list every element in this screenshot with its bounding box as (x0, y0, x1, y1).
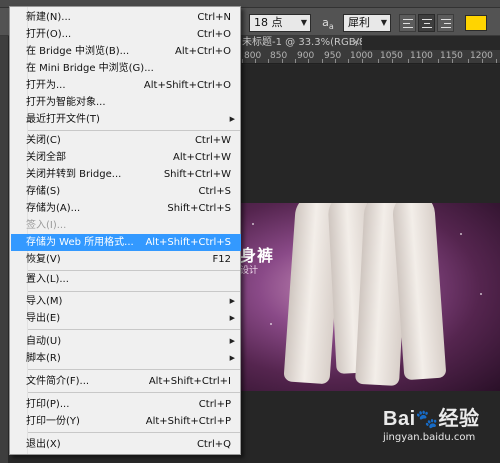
ruler-tick-label: 950 (324, 51, 342, 61)
menu-item-browse-bridge[interactable]: 在 Bridge 中浏览(B)... Alt+Ctrl+O (11, 43, 241, 60)
align-right-icon (441, 19, 451, 20)
menu-separator (28, 130, 240, 131)
antialias-select[interactable]: 犀利 ▼ (343, 14, 391, 32)
submenu-arrow-icon: ▶ (229, 354, 235, 362)
menu-item-file-info[interactable]: 文件简介(F)... Alt+Shift+Ctrl+I (11, 373, 241, 390)
close-icon[interactable]: × (352, 37, 360, 48)
menu-item-exit[interactable]: 退出(X) Ctrl+Q (11, 436, 241, 453)
file-menu: 新建(N)... Ctrl+N 打开(O)... Ctrl+O 在 Bridge 中… (9, 6, 241, 455)
menu-item-save-as[interactable]: 存储为(A)... Shift+Ctrl+S (11, 200, 241, 217)
watermark-url: jingyan.baidu.com (383, 432, 476, 443)
ruler-tick-label: 900 (297, 51, 315, 61)
ruler-tick-label: 850 (270, 51, 288, 61)
menu-item-close-all[interactable]: 关闭全部 Alt+Ctrl+W (11, 149, 241, 166)
align-left-button[interactable] (399, 14, 416, 32)
menu-separator (28, 369, 240, 370)
menu-item-close[interactable]: 关闭(C) Ctrl+W (11, 132, 241, 149)
baidu-logo: Bai🐾经验 (383, 408, 480, 430)
menu-item-open-smart-object[interactable]: 打开为智能对象... (11, 94, 241, 111)
submenu-arrow-icon: ▶ (229, 115, 235, 123)
tools-panel (0, 8, 8, 463)
menu-item-print[interactable]: 打印(P)... Ctrl+P (11, 396, 241, 413)
menu-item-open-as[interactable]: 打开为... Alt+Shift+Ctrl+O (11, 77, 241, 94)
paw-icon: 🐾 (415, 409, 439, 429)
menu-separator (28, 329, 240, 330)
document-tab-title: 未标题-1 @ 33.3%(RGB/8) (242, 37, 362, 48)
document-tab[interactable]: 未标题-1 @ 33.3%(RGB/8) (240, 36, 362, 50)
antialias-icon: aa (322, 16, 334, 32)
menu-item-save[interactable]: 存储(S) Ctrl+S (11, 183, 241, 200)
banner-subtitle: 设计 (240, 266, 259, 276)
chevron-down-icon: ▼ (300, 18, 307, 27)
font-size-value: 18 点 (254, 16, 283, 29)
submenu-arrow-icon: ▶ (229, 337, 235, 345)
ruler-tick-label: 800 (244, 51, 262, 61)
align-left-icon (403, 19, 413, 20)
menu-item-automate[interactable]: 自动(U) ▶ (11, 333, 241, 350)
menu-item-place[interactable]: 置入(L)... (11, 271, 241, 288)
menu-item-revert[interactable]: 恢复(V) F12 (11, 251, 241, 268)
menu-item-close-go-bridge[interactable]: 关闭并转到 Bridge... Shift+Ctrl+W (11, 166, 241, 183)
chevron-down-icon: ▼ (380, 18, 387, 27)
menu-item-check-in: 签入(I)... (26, 220, 67, 231)
align-right-button[interactable] (437, 14, 454, 32)
banner-image: 身裤 设计 (240, 203, 500, 391)
menu-item-new[interactable]: 新建(N)... Ctrl+N (11, 9, 241, 26)
menu-item-print-one[interactable]: 打印一份(Y) Alt+Shift+Ctrl+P (11, 413, 241, 430)
font-size-select[interactable]: 18 点 ▼ (249, 14, 311, 32)
menu-item-open[interactable]: 打开(O)... Ctrl+O (11, 26, 241, 43)
menu-item-scripts[interactable]: 脚本(R) ▶ (11, 350, 241, 367)
menu-item-save-for-web[interactable]: 存储为 Web 所用格式... Alt+Shift+Ctrl+S (11, 234, 241, 251)
submenu-arrow-icon: ▶ (229, 314, 235, 322)
horizontal-ruler: 800 850 900 950 1000 1050 1100 1150 1200 (240, 50, 500, 64)
menu-item-import[interactable]: 导入(M) ▶ (11, 293, 241, 310)
menu-item-export[interactable]: 导出(E) ▶ (11, 310, 241, 327)
menu-separator (28, 291, 240, 292)
align-center-icon (422, 19, 432, 20)
align-center-button[interactable] (418, 14, 435, 32)
menu-separator (28, 392, 240, 393)
menu-item-browse-mini-bridge[interactable]: 在 Mini Bridge 中浏览(G)... (11, 60, 241, 77)
antialias-value: 犀利 (348, 16, 370, 29)
baidu-jingyan-watermark: Bai🐾经验 jingyan.baidu.com (383, 402, 495, 458)
menu-item-recent-files[interactable]: 最近打开文件(T) ▶ (11, 111, 241, 128)
submenu-arrow-icon: ▶ (229, 297, 235, 305)
text-color-swatch[interactable] (465, 15, 487, 31)
menu-separator (28, 432, 240, 433)
